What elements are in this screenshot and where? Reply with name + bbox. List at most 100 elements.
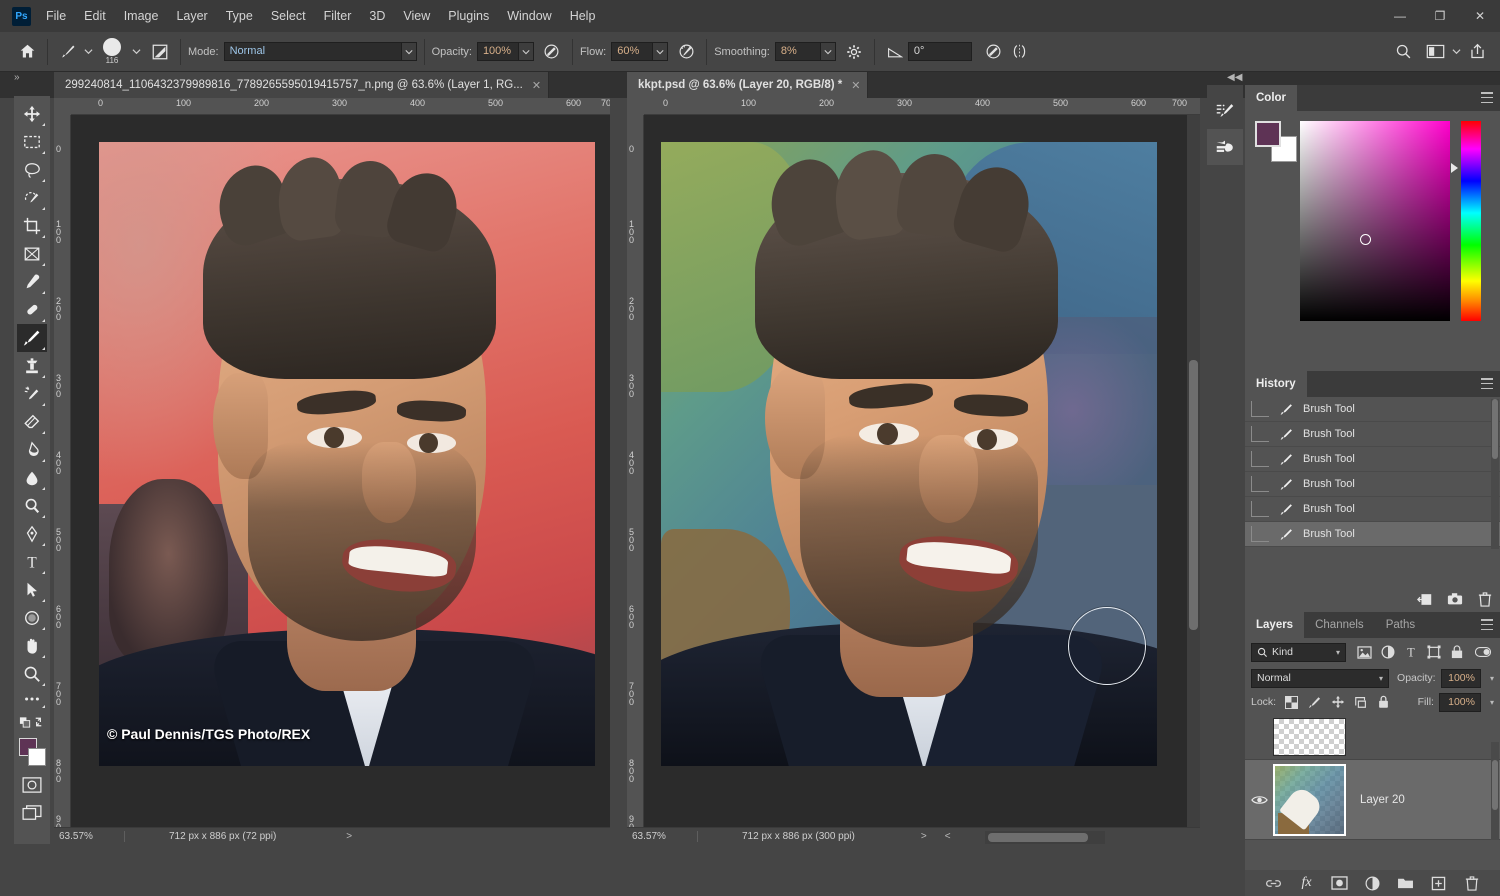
brush-tool-preset-icon[interactable]	[55, 39, 81, 65]
pen-tool[interactable]	[17, 520, 47, 548]
layer-style-fx-icon[interactable]: fx	[1297, 873, 1317, 893]
delete-layer-icon[interactable]	[1462, 873, 1482, 893]
toolbar-collapse-arrows[interactable]: »	[14, 72, 20, 83]
color-panel-foreground-swatch[interactable]	[1255, 121, 1281, 147]
paint-symmetry-icon[interactable]	[1007, 39, 1033, 65]
pixel-filter-icon[interactable]	[1353, 642, 1376, 662]
history-state-row[interactable]: Brush Tool	[1245, 447, 1500, 472]
blend-mode-select[interactable]: Normal	[223, 42, 402, 61]
history-snapshot-box[interactable]	[1251, 501, 1269, 517]
horizontal-scrollbar-thumb[interactable]	[988, 833, 1088, 842]
zoom-level-left[interactable]: 63.57%	[54, 831, 118, 842]
document-size-left[interactable]: 712 px x 886 px (72 ppi)	[169, 831, 276, 842]
eyedropper-tool[interactable]	[17, 268, 47, 296]
move-tool[interactable]	[17, 100, 47, 128]
tab-channels[interactable]: Channels	[1304, 612, 1375, 638]
brush-presets-dock-icon[interactable]	[1207, 129, 1243, 165]
lock-position-icon[interactable]	[1326, 692, 1349, 712]
menu-image[interactable]: Image	[115, 0, 168, 32]
color-picker-field[interactable]	[1300, 121, 1450, 321]
layer-visibility-toggle[interactable]	[1245, 794, 1273, 806]
history-snapshot-box[interactable]	[1251, 401, 1269, 417]
lock-artboard-icon[interactable]	[1349, 692, 1372, 712]
layer-blend-mode-select[interactable]: Normal ▾	[1251, 668, 1390, 688]
zoom-level-right[interactable]: 63.57%	[627, 831, 691, 842]
edit-toolbar-tool[interactable]	[17, 688, 47, 710]
lock-transparent-pixels-icon[interactable]	[1280, 692, 1303, 712]
layer-thumbnail[interactable]	[1273, 763, 1346, 836]
history-snapshot-box[interactable]	[1251, 451, 1269, 467]
layer-name[interactable]: Layer 20	[1360, 794, 1405, 806]
brush-dropdown-caret-icon[interactable]	[129, 39, 143, 65]
home-icon[interactable]	[14, 39, 40, 65]
tab-history[interactable]: History	[1245, 371, 1307, 397]
layer-fill-caret-icon[interactable]: ▾	[1484, 698, 1494, 707]
flow-caret-icon[interactable]	[653, 42, 669, 61]
layer-opacity-caret-icon[interactable]: ▾	[1484, 674, 1494, 683]
zoom-tool[interactable]	[17, 660, 47, 688]
brush-tool[interactable]	[17, 324, 47, 352]
layer-visibility-toggle[interactable]	[1245, 718, 1273, 758]
layer-thumbnail[interactable]	[1273, 718, 1346, 756]
blur-tool[interactable]	[17, 464, 47, 492]
clone-stamp-tool[interactable]	[17, 352, 47, 380]
brush-size-preview[interactable]: 116	[95, 35, 129, 69]
filter-toggle-icon[interactable]	[1471, 642, 1494, 662]
arrange-caret-icon[interactable]	[1448, 39, 1464, 65]
create-new-snapshot-icon[interactable]	[1440, 586, 1470, 612]
document-tab-left-close-icon[interactable]: ✕	[532, 79, 541, 92]
canvas-area-left[interactable]: © Paul Dennis/TGS Photo/REX	[71, 115, 610, 827]
foreground-background-colors[interactable]	[17, 737, 47, 767]
history-snapshot-box[interactable]	[1251, 426, 1269, 442]
vertical-scrollbar-thumb-right[interactable]	[1189, 360, 1198, 630]
close-button[interactable]: ✕	[1460, 0, 1500, 32]
history-snapshot-box[interactable]	[1251, 476, 1269, 492]
layer-row-empty[interactable]	[1245, 714, 1500, 760]
blend-mode-caret-icon[interactable]	[401, 42, 417, 61]
path-selection-tool[interactable]	[17, 576, 47, 604]
menu-plugins[interactable]: Plugins	[439, 0, 498, 32]
layer-filter-caret-icon[interactable]: ▾	[1330, 644, 1340, 661]
history-scrollbar[interactable]	[1491, 399, 1499, 549]
tab-color[interactable]: Color	[1245, 85, 1298, 111]
spot-healing-brush-tool[interactable]	[17, 296, 47, 324]
tab-layers[interactable]: Layers	[1245, 612, 1305, 638]
canvas-area-right[interactable]	[644, 115, 1187, 827]
eraser-tool[interactable]	[17, 408, 47, 436]
delete-state-icon[interactable]	[1470, 586, 1500, 612]
arrange-documents-icon[interactable]	[1422, 39, 1448, 65]
history-scrollbar-thumb[interactable]	[1492, 399, 1498, 459]
menu-view[interactable]: View	[394, 0, 439, 32]
color-panel-fg-bg[interactable]	[1255, 121, 1297, 162]
default-colors-and-swap[interactable]	[17, 710, 47, 734]
vertical-ruler-right[interactable]: 0 100 200 300 400 500 600 700 800 900	[627, 115, 644, 827]
menu-window[interactable]: Window	[498, 0, 560, 32]
adjustment-filter-icon[interactable]	[1376, 642, 1399, 662]
smoothing-caret-icon[interactable]	[820, 42, 836, 61]
history-state-row-selected[interactable]: Brush Tool	[1245, 522, 1500, 547]
hand-tool[interactable]	[17, 632, 47, 660]
brush-settings-dock-icon[interactable]	[1207, 93, 1243, 129]
lock-all-icon[interactable]	[1372, 692, 1395, 712]
shape-filter-icon[interactable]	[1422, 642, 1445, 662]
minimize-button[interactable]: —	[1380, 0, 1420, 32]
layers-panel-menu-icon[interactable]	[1481, 619, 1493, 630]
crop-tool[interactable]	[17, 212, 47, 240]
color-panel-menu-icon[interactable]	[1481, 92, 1493, 103]
image-canvas-right[interactable]	[661, 142, 1157, 766]
history-state-row[interactable]: Brush Tool	[1245, 397, 1500, 422]
layer-blend-caret-icon[interactable]: ▾	[1373, 670, 1383, 687]
quick-mask-mode-icon[interactable]	[17, 771, 47, 799]
new-adjustment-layer-icon[interactable]	[1363, 873, 1383, 893]
opacity-input[interactable]: 100%	[476, 42, 519, 61]
type-filter-icon[interactable]: T	[1399, 642, 1422, 662]
history-state-row[interactable]: Brush Tool	[1245, 422, 1500, 447]
horizontal-type-tool[interactable]: T	[17, 548, 47, 576]
pressure-for-size-icon[interactable]	[981, 39, 1007, 65]
layer-opacity-input[interactable]: 100%	[1440, 668, 1481, 688]
history-state-row[interactable]: Brush Tool	[1245, 497, 1500, 522]
smoothing-options-gear-icon[interactable]	[841, 39, 867, 65]
hue-slider[interactable]	[1461, 121, 1481, 321]
share-icon[interactable]	[1464, 39, 1490, 65]
menu-filter[interactable]: Filter	[315, 0, 361, 32]
